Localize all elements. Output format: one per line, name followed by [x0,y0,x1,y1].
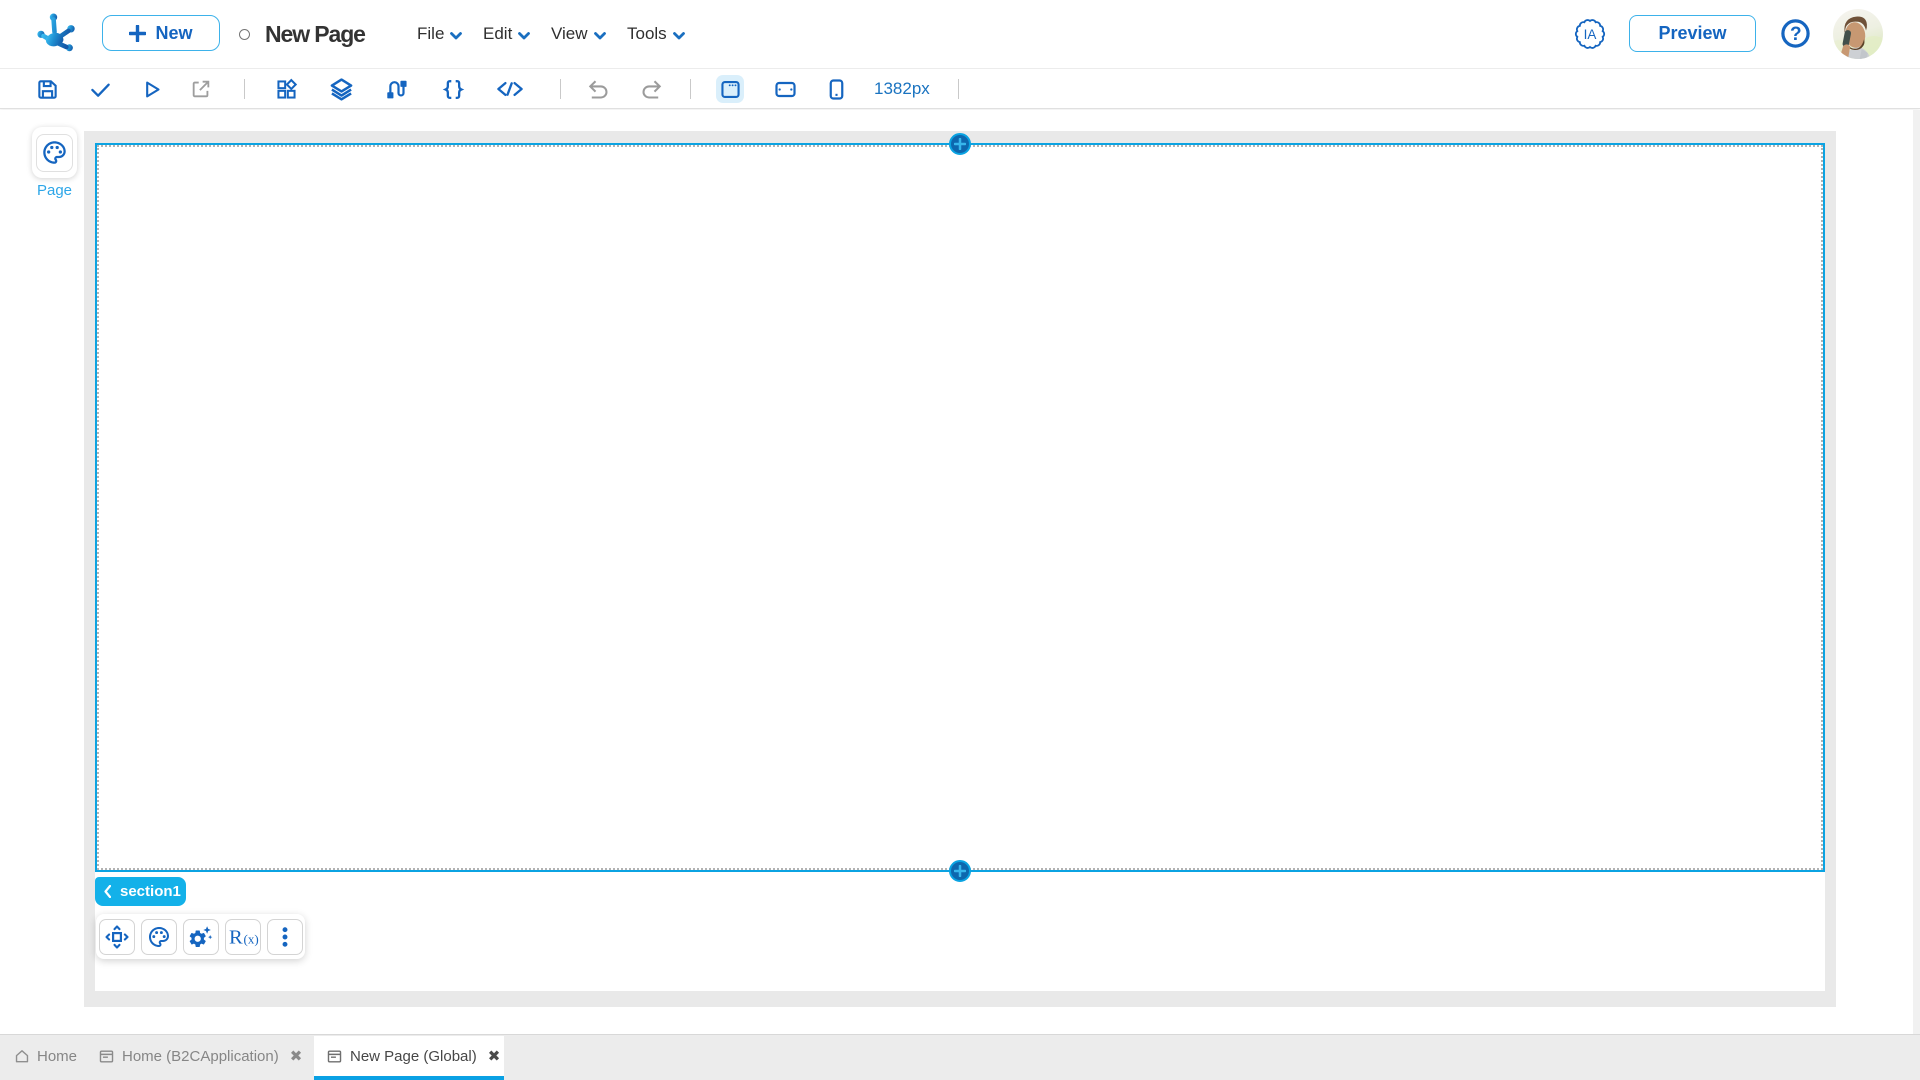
svg-text:(x): (x) [243,931,258,946]
svg-text:?: ? [1790,24,1802,45]
svg-text:R: R [229,926,243,948]
svg-text:IA: IA [1584,27,1597,42]
